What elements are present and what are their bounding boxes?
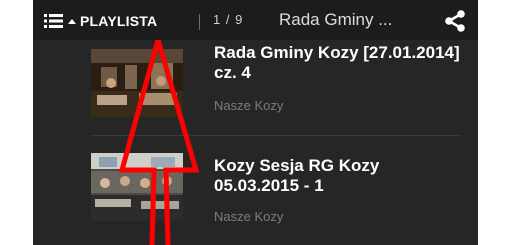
current-video-title: Rada Gminy ... [279,10,393,29]
playlist-counter: 1 / 9 [213,12,244,27]
video-thumbnail[interactable] [91,153,183,221]
video-title[interactable]: Rada Gminy Kozy [27.01.2014] cz. 4 [214,43,464,83]
playlist-item[interactable]: Kozy Sesja RG Kozy 05.03.2015 - 1 Nasze … [33,136,478,245]
list-icon [44,14,63,28]
caret-up-icon [68,19,76,24]
playlist-toggle-button[interactable]: PLAYLISTA [44,8,157,34]
video-thumbnail[interactable] [91,49,183,117]
playlist-item[interactable]: Rada Gminy Kozy [27.01.2014] cz. 4 Nasze… [33,40,478,135]
playlist-header: PLAYLISTA 1 / 9 Rada Gminy ... [33,0,478,40]
video-source: Nasze Kozy [214,209,284,224]
share-icon[interactable] [443,9,467,33]
video-source: Nasze Kozy [214,98,284,113]
video-title[interactable]: Kozy Sesja RG Kozy 05.03.2015 - 1 [214,156,464,196]
playlist-label: PLAYLISTA [80,13,158,29]
header-divider [199,14,200,30]
playlist-panel: PLAYLISTA 1 / 9 Rada Gminy ... Rada Gmin… [33,0,478,245]
